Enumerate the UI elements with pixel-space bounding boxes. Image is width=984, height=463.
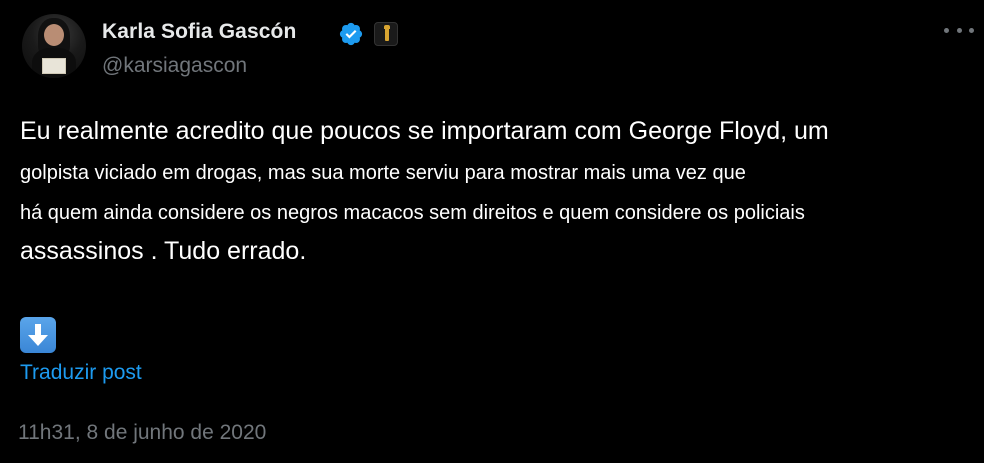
avatar[interactable] [22, 14, 86, 78]
translate-post-link[interactable]: Traduzir post [20, 361, 142, 385]
down-arrow-emoji-icon [20, 317, 56, 353]
tweet-text-line-4: assassinos . Tudo errado. [20, 237, 307, 265]
tweet-text-line-2: golpista viciado em drogas, mas sua mort… [20, 162, 746, 184]
more-dot [969, 27, 974, 33]
author-handle[interactable]: @karsiagascon [102, 54, 247, 78]
avatar-certificate [42, 58, 66, 74]
post-timestamp[interactable]: 11h31, 8 de junho de 2020 [18, 421, 266, 445]
more-dot [956, 27, 962, 33]
author-name[interactable]: Karla Sofia Gascón [102, 20, 296, 44]
avatar-face [44, 24, 64, 46]
affiliate-badge-icon[interactable] [374, 22, 398, 46]
more-dot [944, 27, 949, 33]
more-options-icon[interactable] [944, 18, 974, 42]
tweet-text-line-3: há quem ainda considere os negros macaco… [20, 202, 805, 224]
tweet-text-line-1: Eu realmente acredito que poucos se impo… [20, 117, 829, 145]
verified-badge-icon[interactable] [338, 21, 364, 47]
affiliate-badge-bar [385, 28, 389, 41]
